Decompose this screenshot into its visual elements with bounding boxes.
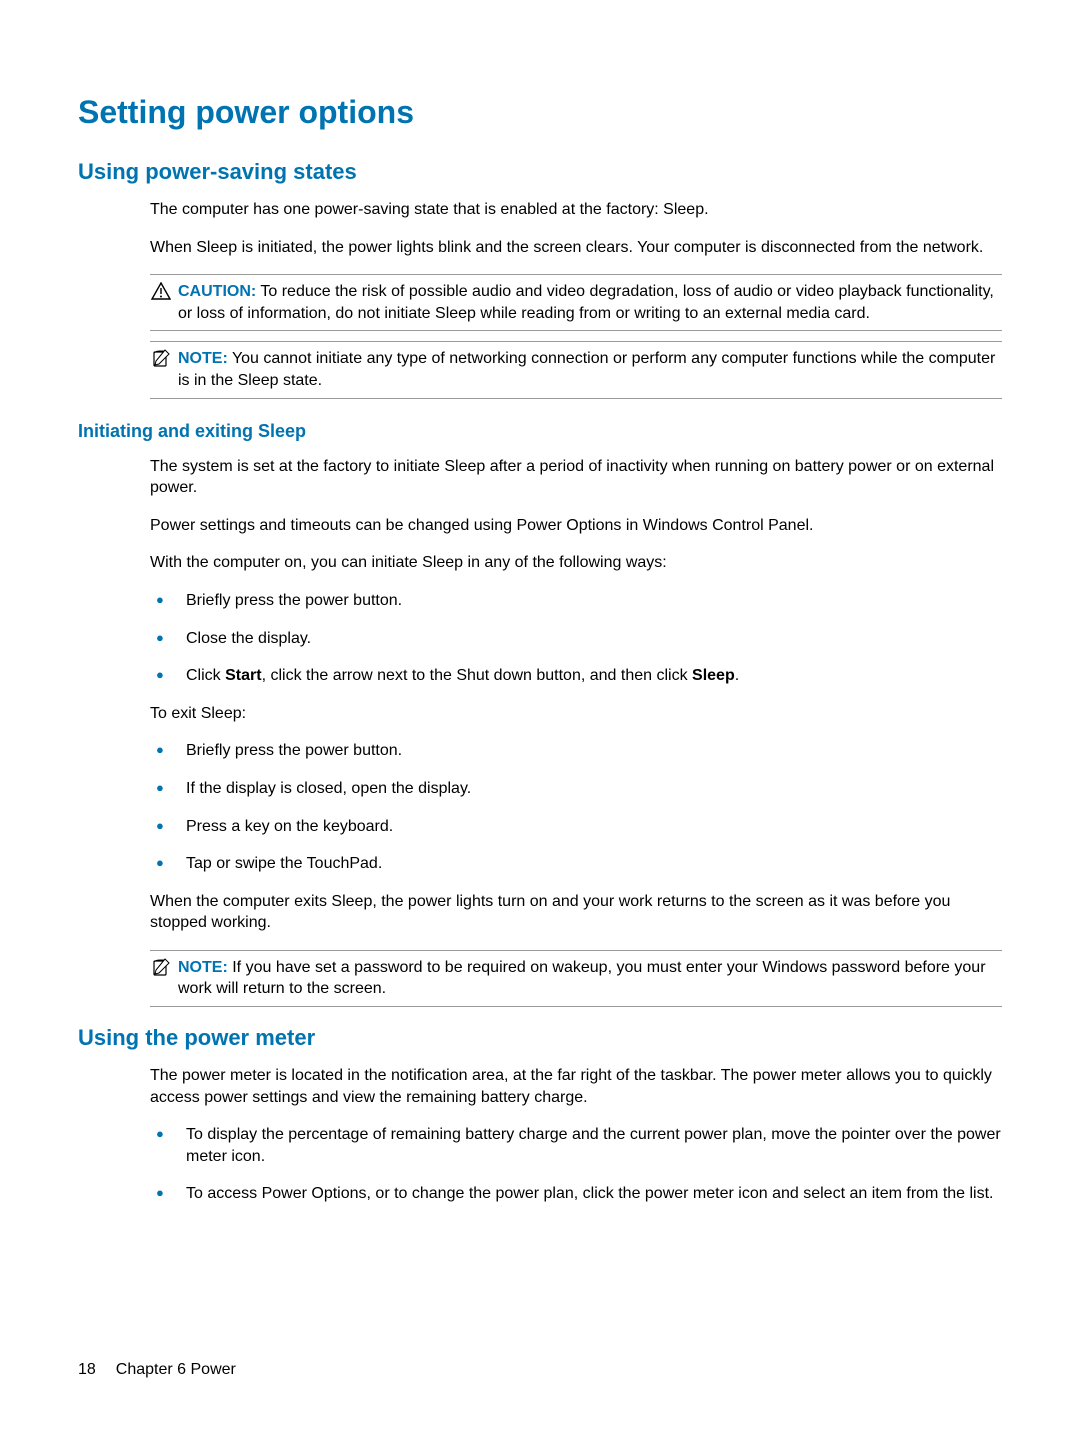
list-initiate-sleep: Briefly press the power button. Close th… xyxy=(150,590,1002,687)
note-text: NOTE: If you have set a password to be r… xyxy=(178,957,1002,1000)
list-exit-sleep: Briefly press the power button. If the d… xyxy=(150,740,1002,874)
note-callout: NOTE: You cannot initiate any type of ne… xyxy=(150,341,1002,398)
note-text: NOTE: You cannot initiate any type of ne… xyxy=(178,348,1002,391)
paragraph: When Sleep is initiated, the power light… xyxy=(150,237,1002,259)
paragraph: The system is set at the factory to init… xyxy=(150,456,1002,499)
caution-label: CAUTION: xyxy=(178,283,256,300)
paragraph: Power settings and timeouts can be chang… xyxy=(150,515,1002,537)
list-item: Close the display. xyxy=(150,628,1002,650)
paragraph: When the computer exits Sleep, the power… xyxy=(150,891,1002,934)
chapter-label: Chapter 6 Power xyxy=(116,1361,236,1379)
note-icon xyxy=(150,348,172,367)
page-number: 18 xyxy=(78,1361,96,1379)
heading-power-saving-states: Using power-saving states xyxy=(78,159,1002,185)
list-item: Briefly press the power button. xyxy=(150,740,1002,762)
paragraph: The computer has one power-saving state … xyxy=(150,199,1002,221)
caution-text: CAUTION: To reduce the risk of possible … xyxy=(178,281,1002,324)
note-label: NOTE: xyxy=(178,350,228,367)
list-item: Click Start, click the arrow next to the… xyxy=(150,665,1002,687)
caution-icon xyxy=(150,281,172,300)
list-item: To access Power Options, or to change th… xyxy=(150,1183,1002,1205)
paragraph: With the computer on, you can initiate S… xyxy=(150,552,1002,574)
note-icon xyxy=(150,957,172,976)
heading-initiating-exiting-sleep: Initiating and exiting Sleep xyxy=(78,421,1002,442)
paragraph: To exit Sleep: xyxy=(150,703,1002,725)
page-footer: 18 Chapter 6 Power xyxy=(78,1361,236,1379)
heading-power-meter: Using the power meter xyxy=(78,1025,1002,1051)
paragraph: The power meter is located in the notifi… xyxy=(150,1065,1002,1108)
note-callout: NOTE: If you have set a password to be r… xyxy=(150,950,1002,1007)
list-item: Tap or swipe the TouchPad. xyxy=(150,853,1002,875)
list-item: Press a key on the keyboard. xyxy=(150,816,1002,838)
list-item: To display the percentage of remaining b… xyxy=(150,1124,1002,1167)
list-power-meter: To display the percentage of remaining b… xyxy=(150,1124,1002,1205)
list-item: Briefly press the power button. xyxy=(150,590,1002,612)
page-title: Setting power options xyxy=(78,94,1002,131)
caution-body: To reduce the risk of possible audio and… xyxy=(178,283,994,322)
note-body: You cannot initiate any type of networki… xyxy=(178,350,995,389)
caution-callout: CAUTION: To reduce the risk of possible … xyxy=(150,274,1002,331)
note-body: If you have set a password to be require… xyxy=(178,959,986,998)
note-label: NOTE: xyxy=(178,959,228,976)
list-item: If the display is closed, open the displ… xyxy=(150,778,1002,800)
